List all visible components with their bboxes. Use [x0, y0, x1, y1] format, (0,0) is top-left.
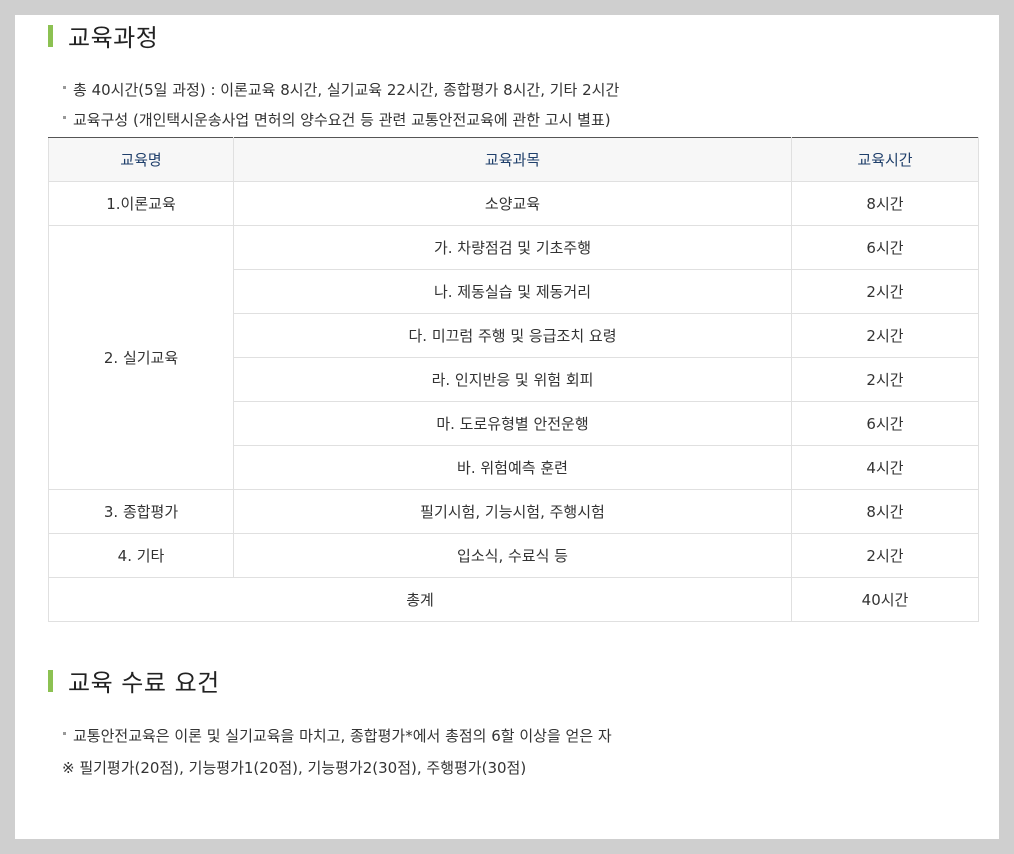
table-row: 2. 실기교육 가. 차량점검 및 기초주행 6시간	[48, 225, 979, 490]
hours-cell: 6시간	[791, 225, 979, 270]
table-row: 1.이론교육 소양교육 8시간	[48, 181, 979, 226]
bullet-text: 교통안전교육은 이론 및 실기교육을 마치고, 종합평가*에서 총점의 6할 이…	[73, 727, 612, 745]
subject-cell: 다. 미끄럼 주행 및 응급조치 요령	[233, 313, 792, 358]
section-heading: 교육 수료 요건	[68, 669, 220, 697]
bullet-text: 교육구성 (개인택시운송사업 면허의 양수요건 등 관련 교통안전교육에 관한 …	[73, 111, 611, 129]
subject-cell: 바. 위험예측 훈련	[233, 445, 792, 490]
course-name-cell: 1.이론교육	[48, 181, 234, 226]
bullet-text: 총 40시간(5일 과정) : 이론교육 8시간, 실기교육 22시간, 종합평…	[73, 81, 620, 99]
course-name-cell: 4. 기타	[48, 533, 234, 578]
table-row: 4. 기타 입소식, 수료식 등 2시간	[48, 533, 979, 578]
course-name-cell: 3. 종합평가	[48, 489, 234, 534]
bullet-total-hours: 총 40시간(5일 과정) : 이론교육 8시간, 실기교육 22시간, 종합평…	[63, 79, 619, 100]
hours-cell: 6시간	[791, 401, 979, 446]
subject-cell: 나. 제동실습 및 제동거리	[233, 269, 792, 314]
section-title-course: 교육과정	[48, 18, 158, 53]
bullet-composition: 교육구성 (개인택시운송사업 면허의 양수요건 등 관련 교통안전교육에 관한 …	[63, 109, 611, 130]
table-total-row: 총계 40시간	[48, 577, 979, 622]
bullet-completion-requirement: 교통안전교육은 이론 및 실기교육을 마치고, 종합평가*에서 총점의 6할 이…	[63, 725, 612, 746]
header-hours: 교육시간	[791, 137, 979, 182]
section-accent-bar	[48, 24, 53, 47]
hours-cell: 4시간	[791, 445, 979, 490]
content-panel: 교육과정 총 40시간(5일 과정) : 이론교육 8시간, 실기교육 22시간…	[15, 15, 999, 839]
scoring-note: ※ 필기평가(20점), 기능평가1(20점), 기능평가2(30점), 주행평…	[62, 759, 527, 777]
bullet-dot-icon	[63, 86, 66, 89]
header-course-name: 교육명	[48, 137, 234, 182]
subject-cell: 마. 도로유형별 안전운행	[233, 401, 792, 446]
bullet-dot-icon	[63, 732, 66, 735]
subject-cell: 라. 인지반응 및 위험 회피	[233, 357, 792, 402]
course-table: 교육명 교육과목 교육시간 1.이론교육 소양교육 8시간 2. 실기교육 가.…	[48, 137, 979, 622]
total-hours-cell: 40시간	[791, 577, 979, 622]
hours-cell: 8시간	[791, 489, 979, 534]
table-row: 3. 종합평가 필기시험, 기능시험, 주행시험 8시간	[48, 489, 979, 534]
hours-cell: 8시간	[791, 181, 979, 226]
section-heading: 교육과정	[68, 24, 159, 52]
total-label-cell: 총계	[48, 577, 792, 622]
subject-cell: 소양교육	[233, 181, 792, 226]
subject-cell: 필기시험, 기능시험, 주행시험	[233, 489, 792, 534]
header-subject: 교육과목	[233, 137, 792, 182]
hours-cell: 2시간	[791, 269, 979, 314]
hours-cell: 2시간	[791, 533, 979, 578]
section-accent-bar	[48, 669, 53, 692]
subject-cell: 입소식, 수료식 등	[233, 533, 792, 578]
hours-cell: 2시간	[791, 357, 979, 402]
section-title-completion: 교육 수료 요건	[48, 663, 220, 698]
subject-cell: 가. 차량점검 및 기초주행	[233, 225, 792, 270]
bullet-dot-icon	[63, 116, 66, 119]
course-name-cell: 2. 실기교육	[48, 225, 234, 490]
table-header-row: 교육명 교육과목 교육시간	[48, 137, 979, 182]
hours-cell: 2시간	[791, 313, 979, 358]
